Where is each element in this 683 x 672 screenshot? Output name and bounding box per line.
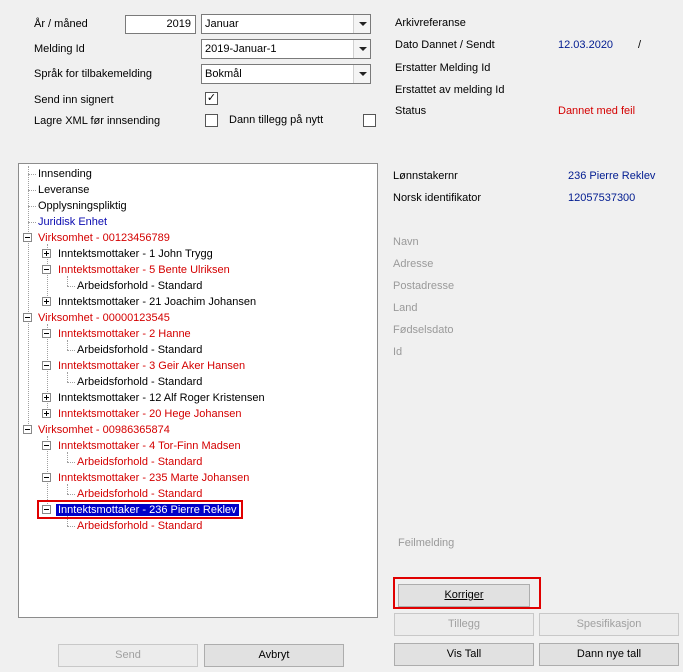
norsk-id-label: Norsk identifikator <box>393 192 482 204</box>
tree-item-inntektsmottaker[interactable]: Inntektsmottaker - 1 John Trygg <box>58 246 213 262</box>
language-value: Bokmål <box>205 68 242 80</box>
save-xml-label: Lagre XML før innsending <box>34 115 161 127</box>
collapse-icon[interactable] <box>23 233 32 242</box>
tree-item-inntektsmottaker[interactable]: Inntektsmottaker - 235 Marte Johansen <box>58 470 249 486</box>
tree-item-inntektsmottaker[interactable]: Inntektsmottaker - 21 Joachim Johansen <box>58 294 256 310</box>
melding-id-label: Melding Id <box>34 43 85 55</box>
arkivreferanse-label: Arkivreferanse <box>395 17 466 29</box>
tree-item-opplysningspliktig[interactable]: Opplysningspliktig <box>38 198 127 214</box>
save-xml-checkbox[interactable] <box>205 114 218 127</box>
collapse-icon[interactable] <box>23 425 32 434</box>
language-label: Språk for tilbakemelding <box>34 68 153 80</box>
tree-item-juridisk-enhet[interactable]: Juridisk Enhet <box>38 214 107 230</box>
norsk-id-value: 12057537300 <box>568 192 636 204</box>
chevron-down-icon[interactable] <box>353 65 370 83</box>
month-select[interactable]: Januar <box>201 14 371 34</box>
status-label: Status <box>395 105 427 117</box>
tree-item-arbeidsforhold[interactable]: Arbeidsforhold - Standard <box>77 342 202 358</box>
vis-tall-button[interactable]: Vis Tall <box>394 643 534 666</box>
lonnstakernr-value: 236 Pierre Reklev <box>568 170 656 182</box>
navn-label: Navn <box>393 236 419 248</box>
year-month-label: År / måned <box>34 18 88 30</box>
expand-icon[interactable] <box>42 249 51 258</box>
collapse-icon[interactable] <box>23 313 32 322</box>
month-select-value: Januar <box>205 18 239 30</box>
collapse-icon[interactable] <box>42 265 51 274</box>
expand-icon[interactable] <box>42 409 51 418</box>
tree-item-inntektsmottaker[interactable]: Inntektsmottaker - 12 Alf Roger Kristens… <box>58 390 265 406</box>
tree-item-virksomhet[interactable]: Virksomhet - 00000123545 <box>38 310 170 326</box>
erstattet-av-label: Erstattet av melding Id <box>395 84 505 96</box>
tree-item-arbeidsforhold[interactable]: Arbeidsforhold - Standard <box>77 374 202 390</box>
tree-item-inntektsmottaker[interactable]: Inntektsmottaker - 5 Bente Ulriksen <box>58 262 230 278</box>
expand-icon[interactable] <box>42 297 51 306</box>
expand-icon[interactable] <box>42 393 51 402</box>
melding-id-value: 2019-Januar-1 <box>205 43 277 55</box>
dato-separator: / <box>638 39 642 51</box>
collapse-icon[interactable] <box>42 329 51 338</box>
tree-item-inntektsmottaker[interactable]: Inntektsmottaker - 20 Hege Johansen <box>58 406 241 422</box>
year-input[interactable]: 2019 <box>125 15 196 34</box>
spesifikasjon-button[interactable]: Spesifikasjon <box>539 613 679 636</box>
send-signed-checkbox[interactable]: ✓ <box>205 92 218 105</box>
status-value: Dannet med feil <box>558 105 636 117</box>
tree-item-inntektsmottaker[interactable]: Inntektsmottaker - 3 Geir Aker Hansen <box>58 358 245 374</box>
avbryt-button[interactable]: Avbryt <box>204 644 344 667</box>
tree-item-inntektsmottaker[interactable]: Inntektsmottaker - 2 Hanne <box>58 326 191 342</box>
tillegg-button[interactable]: Tillegg <box>394 613 534 636</box>
feilmelding-label: Feilmelding <box>398 537 455 549</box>
dann-nye-tall-button[interactable]: Dann nye tall <box>539 643 679 666</box>
language-select[interactable]: Bokmål <box>201 64 371 84</box>
land-label: Land <box>393 302 418 314</box>
lonnstakernr-label: Lønnstakernr <box>393 170 458 182</box>
tree-view[interactable]: Innsending Leveranse Opplysningspliktig … <box>18 163 378 618</box>
send-button[interactable]: Send <box>58 644 198 667</box>
tree-item-arbeidsforhold[interactable]: Arbeidsforhold - Standard <box>77 278 202 294</box>
tree-item-arbeidsforhold[interactable]: Arbeidsforhold - Standard <box>77 454 202 470</box>
selection-highlight-box <box>37 500 243 519</box>
melding-id-select[interactable]: 2019-Januar-1 <box>201 39 371 59</box>
korriger-highlight-box <box>393 577 541 609</box>
fodselsdato-label: Fødselsdato <box>393 324 454 336</box>
collapse-icon[interactable] <box>42 473 51 482</box>
tree-item-virksomhet[interactable]: Virksomhet - 00123456789 <box>38 230 170 246</box>
tree-item-virksomhet[interactable]: Virksomhet - 00986365874 <box>38 422 170 438</box>
chevron-down-icon[interactable] <box>353 15 370 33</box>
tree-item-inntektsmottaker[interactable]: Inntektsmottaker - 4 Tor-Finn Madsen <box>58 438 241 454</box>
dato-label: Dato Dannet / Sendt <box>395 39 495 51</box>
dato-value: 12.03.2020 <box>558 39 614 51</box>
erstatter-label: Erstatter Melding Id <box>395 62 491 74</box>
tree-item-innsending[interactable]: Innsending <box>38 166 92 182</box>
adresse-label: Adresse <box>393 258 434 270</box>
id-label: Id <box>393 346 403 358</box>
create-attachment-checkbox[interactable] <box>363 114 376 127</box>
send-signed-label: Send inn signert <box>34 94 114 106</box>
collapse-icon[interactable] <box>42 441 51 450</box>
tree-item-arbeidsforhold[interactable]: Arbeidsforhold - Standard <box>77 518 202 534</box>
tree-item-leveranse[interactable]: Leveranse <box>38 182 89 198</box>
chevron-down-icon[interactable] <box>353 40 370 58</box>
postadresse-label: Postadresse <box>393 280 455 292</box>
collapse-icon[interactable] <box>42 361 51 370</box>
create-attachment-label: Dann tillegg på nytt <box>229 114 324 126</box>
